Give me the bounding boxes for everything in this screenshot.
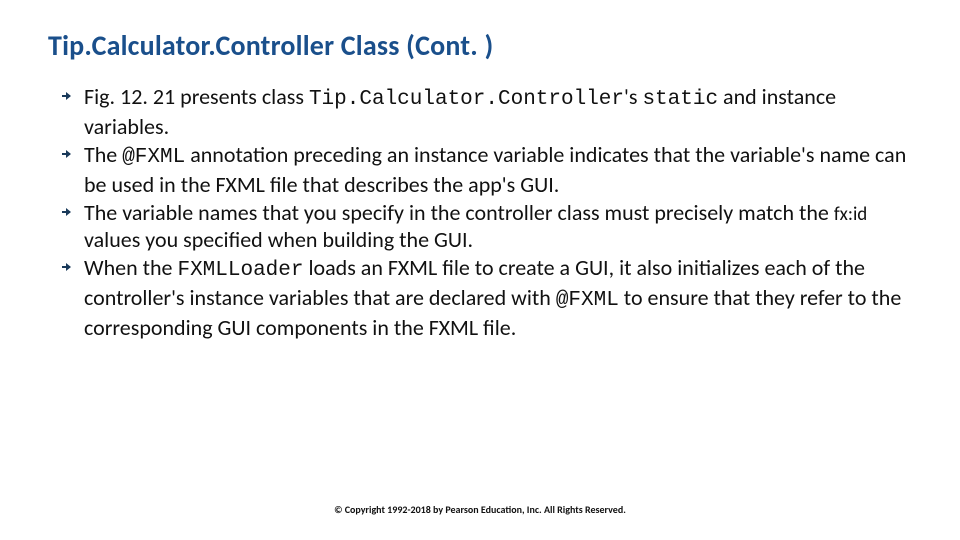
slide-title: Tip.Calculator.Controller Class (Cont. ) xyxy=(48,28,912,63)
bullet-item: Fig. 12. 21 presents class Tip.Calculato… xyxy=(62,83,912,141)
code-text: @FXML xyxy=(122,146,185,169)
copyright-footer: © Copyright 1992-2018 by Pearson Educati… xyxy=(0,503,960,516)
code-text: @FXML xyxy=(556,289,619,312)
bullet-item: The variable names that you specify in t… xyxy=(62,199,912,254)
body-text: Fig. 12. 21 presents class xyxy=(84,83,309,110)
body-text: The variable names that you specify in t… xyxy=(84,199,834,226)
code-text: fx:id xyxy=(834,203,867,226)
bullet-item: The @FXML annotation preceding an instan… xyxy=(62,141,912,199)
code-text: Tip.Calculator.Controller xyxy=(309,88,624,111)
body-text: 's xyxy=(624,83,642,110)
bullet-list: Fig. 12. 21 presents class Tip.Calculato… xyxy=(62,83,912,342)
body-text: The xyxy=(84,141,122,168)
slide: Tip.Calculator.Controller Class (Cont. )… xyxy=(0,0,960,540)
body-text: annotation preceding an instance variabl… xyxy=(84,141,906,198)
code-text: FXMLLoader xyxy=(177,259,303,282)
code-text: static xyxy=(642,88,718,111)
body-text: When the xyxy=(84,254,177,281)
body-text: values you specified when building the G… xyxy=(84,226,473,253)
bullet-item: When the FXMLLoader loads an FXML file t… xyxy=(62,254,912,342)
